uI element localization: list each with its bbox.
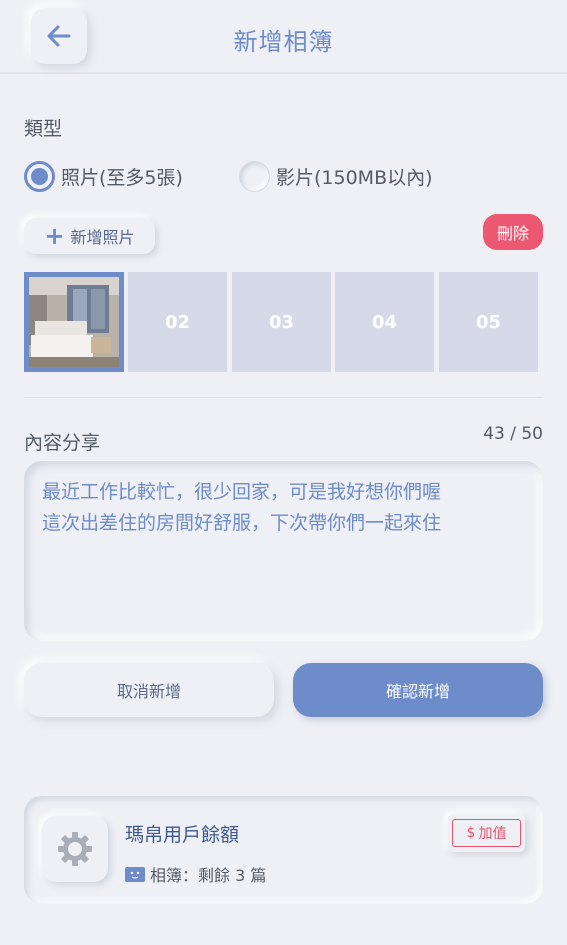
radio-video[interactable]: 影片(150MB以內) bbox=[239, 161, 433, 192]
album-remaining-label: 相簿：剩餘 3 篇 bbox=[150, 866, 267, 885]
album-remaining: 相簿：剩餘 3 篇 bbox=[125, 862, 266, 886]
dollar-icon: $ bbox=[466, 825, 476, 841]
content-label: 內容分享 bbox=[24, 432, 101, 454]
header-bar: 新增相簿 bbox=[0, 0, 567, 74]
delete-button[interactable]: 刪除 bbox=[483, 214, 543, 250]
add-photo-label: 新增照片 bbox=[70, 228, 135, 247]
photo-thumbnail-1[interactable] bbox=[24, 272, 124, 372]
content-textarea[interactable]: 最近工作比較忙，很少回家，可是我好想你們喔 這次出差住的房間好舒服，下次帶你們一… bbox=[24, 461, 543, 641]
bedroom-photo bbox=[29, 277, 119, 367]
photo-slot-5[interactable]: 05 bbox=[439, 272, 538, 372]
topup-button[interactable]: $ 加值 bbox=[448, 814, 525, 852]
radio-photo-label: 照片(至多5張) bbox=[61, 167, 183, 189]
photo-slot-3[interactable]: 03 bbox=[232, 272, 331, 372]
balance-title: 瑪帛用戶餘額 bbox=[125, 824, 240, 846]
confirm-button[interactable]: 確認新增 bbox=[293, 663, 543, 717]
add-photo-button[interactable]: + 新增照片 bbox=[24, 218, 155, 254]
radio-unselected-icon bbox=[239, 161, 270, 192]
cancel-button[interactable]: 取消新增 bbox=[24, 663, 274, 717]
page-title: 新增相簿 bbox=[233, 28, 334, 56]
radio-video-label: 影片(150MB以內) bbox=[276, 167, 433, 189]
photo-slot-4[interactable]: 04 bbox=[335, 272, 434, 372]
radio-photo[interactable]: 照片(至多5張) bbox=[24, 161, 183, 192]
photo-slot-2[interactable]: 02 bbox=[128, 272, 227, 372]
content-text-line-2: 這次出差住的房間好舒服，下次帶你們一起來住 bbox=[42, 512, 442, 534]
type-label: 類型 bbox=[24, 118, 63, 140]
gear-icon-box bbox=[42, 816, 108, 882]
topup-label: 加值 bbox=[478, 826, 507, 842]
section-divider bbox=[24, 397, 543, 398]
radio-selected-icon bbox=[24, 161, 55, 192]
balance-card: 瑪帛用戶餘額 相簿：剩餘 3 篇 $ 加值 bbox=[24, 796, 543, 904]
gear-icon bbox=[58, 832, 92, 866]
plus-icon: + bbox=[44, 222, 65, 250]
album-icon bbox=[125, 866, 145, 882]
char-counter: 43 / 50 bbox=[483, 424, 543, 444]
content-text-line-1: 最近工作比較忙，很少回家，可是我好想你們喔 bbox=[42, 481, 442, 503]
